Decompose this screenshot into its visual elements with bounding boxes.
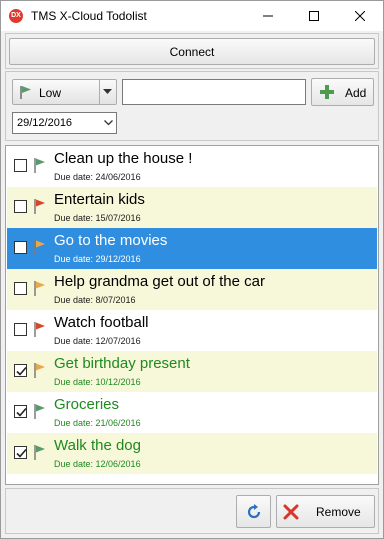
task-title: Go to the movies xyxy=(54,232,168,249)
task-due-date: Due date: 24/06/2016 xyxy=(54,172,141,182)
refresh-button[interactable] xyxy=(236,495,271,528)
window-title: TMS X-Cloud Todolist xyxy=(31,9,147,23)
chevron-down-icon xyxy=(104,120,113,126)
task-done-checkbox[interactable] xyxy=(14,282,27,295)
plus-icon xyxy=(320,85,334,99)
priority-flag-icon xyxy=(34,199,45,214)
task-done-checkbox[interactable] xyxy=(14,159,27,172)
task-done-checkbox[interactable] xyxy=(14,364,27,377)
close-button[interactable] xyxy=(337,1,383,31)
checkmark-icon xyxy=(16,448,27,458)
task-row[interactable]: Clean up the house ! Due date: 24/06/2016 xyxy=(7,146,377,187)
priority-select[interactable]: Low xyxy=(12,79,117,105)
task-done-checkbox[interactable] xyxy=(14,241,27,254)
minimize-button[interactable] xyxy=(245,1,291,31)
priority-divider xyxy=(99,80,100,104)
task-due-date: Due date: 15/07/2016 xyxy=(54,213,141,223)
priority-selected-label: Low xyxy=(39,86,62,100)
task-row[interactable]: Watch football Due date: 12/07/2016 xyxy=(7,310,377,351)
task-done-checkbox[interactable] xyxy=(14,200,27,213)
app-window: DX TMS X-Cloud Todolist Connect Low Add … xyxy=(0,0,384,539)
task-done-checkbox[interactable] xyxy=(14,405,27,418)
task-due-date: Due date: 29/12/2016 xyxy=(54,254,141,264)
task-title: Watch football xyxy=(54,314,149,331)
flag-low-icon xyxy=(20,86,31,99)
due-date-value: 29/12/2016 xyxy=(17,117,73,129)
maximize-button[interactable] xyxy=(291,1,337,31)
task-title: Walk the dog xyxy=(54,437,141,454)
priority-flag-icon xyxy=(34,281,45,296)
priority-flag-icon xyxy=(34,322,45,337)
task-row[interactable]: Entertain kids Due date: 15/07/2016 xyxy=(7,187,377,228)
bottom-toolbar: Remove xyxy=(5,488,379,534)
task-row[interactable]: Help grandma get out of the car Due date:… xyxy=(7,269,377,310)
task-row[interactable]: Walk the dog Due date: 12/06/2016 xyxy=(7,433,377,474)
connect-panel: Connect xyxy=(5,33,379,69)
new-task-panel: Low Add 29/12/2016 xyxy=(5,71,379,141)
priority-flag-icon xyxy=(34,404,45,419)
task-due-date: Due date: 12/06/2016 xyxy=(54,459,141,469)
task-due-date: Due date: 10/12/2016 xyxy=(54,377,141,387)
priority-flag-icon xyxy=(34,363,45,378)
add-button[interactable]: Add xyxy=(311,78,374,106)
priority-flag-icon xyxy=(34,445,45,460)
add-button-label: Add xyxy=(345,86,367,100)
close-icon xyxy=(355,11,365,21)
maximize-icon xyxy=(309,11,319,21)
delete-x-icon xyxy=(283,504,299,520)
task-row[interactable]: Go to the movies Due date: 29/12/2016 xyxy=(7,228,377,269)
title-bar[interactable]: DX TMS X-Cloud Todolist xyxy=(1,1,383,31)
app-logo-icon: DX xyxy=(9,9,23,23)
chevron-down-icon xyxy=(103,89,112,94)
task-due-date: Due date: 8/07/2016 xyxy=(54,295,136,305)
priority-flag-icon xyxy=(34,158,45,173)
task-row[interactable]: Groceries Due date: 21/06/2016 xyxy=(7,392,377,433)
task-title: Clean up the house ! xyxy=(54,150,193,167)
task-done-checkbox[interactable] xyxy=(14,323,27,336)
checkmark-icon xyxy=(16,366,27,376)
remove-button-label: Remove xyxy=(316,505,361,519)
due-date-picker[interactable]: 29/12/2016 xyxy=(12,112,117,134)
task-done-checkbox[interactable] xyxy=(14,446,27,459)
task-title-input[interactable] xyxy=(122,79,306,105)
task-list[interactable]: Clean up the house ! Due date: 24/06/2016… xyxy=(5,145,379,485)
priority-flag-icon xyxy=(34,240,45,255)
task-row[interactable]: Get birthday present Due date: 10/12/2016 xyxy=(7,351,377,392)
checkmark-icon xyxy=(16,407,27,417)
connect-button[interactable]: Connect xyxy=(9,38,375,65)
task-due-date: Due date: 21/06/2016 xyxy=(54,418,141,428)
task-title: Help grandma get out of the car xyxy=(54,273,265,290)
task-title: Get birthday present xyxy=(54,355,190,372)
task-title: Groceries xyxy=(54,396,120,413)
task-due-date: Due date: 12/07/2016 xyxy=(54,336,141,346)
refresh-icon xyxy=(247,503,260,518)
task-title: Entertain kids xyxy=(54,191,145,208)
minimize-icon xyxy=(263,15,273,17)
remove-button[interactable]: Remove xyxy=(276,495,375,528)
